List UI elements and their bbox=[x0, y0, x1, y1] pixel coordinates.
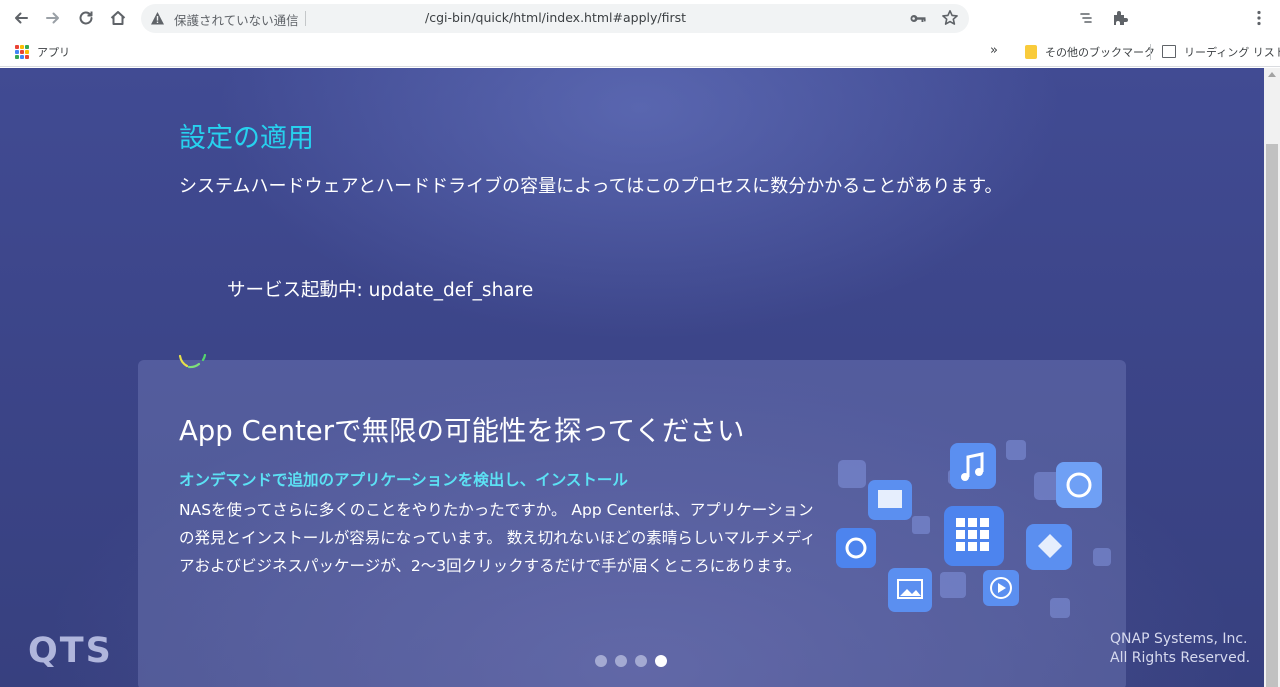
warning-icon bbox=[151, 12, 164, 25]
apps-grid-dot bbox=[15, 55, 19, 59]
security-label[interactable]: 保護されていない通信 bbox=[174, 10, 299, 29]
qts-logo: QTS bbox=[28, 631, 113, 671]
address-bar[interactable]: 保護されていない通信 /cgi-bin/quick/html/index.htm… bbox=[141, 4, 969, 33]
camera-app-icon bbox=[836, 528, 876, 568]
home-icon bbox=[110, 11, 126, 25]
other-bookmarks[interactable]: その他のブックマーク bbox=[1045, 44, 1155, 60]
app-center-icon bbox=[944, 506, 1004, 566]
key-icon[interactable] bbox=[909, 11, 927, 26]
carousel-dots bbox=[595, 655, 667, 667]
apps-grid-dot bbox=[20, 45, 24, 49]
apps-grid-dot bbox=[20, 55, 24, 59]
photo-app-icon bbox=[888, 568, 932, 612]
bookmark-star-icon[interactable] bbox=[941, 9, 959, 27]
promo-subtitle: オンデマンドで追加のアプリケーションを検出し、インストール bbox=[179, 471, 628, 489]
forward-button[interactable] bbox=[40, 5, 66, 31]
page-title: 設定の適用 bbox=[179, 123, 314, 154]
promo-card: App Centerで無限の可能性を探ってください オンデマンドで追加のアプリケ… bbox=[138, 360, 1126, 687]
music-app-icon bbox=[950, 443, 996, 489]
apps-grid-dot bbox=[15, 45, 19, 49]
promo-body: NASを使ってさらに多くのことをやりたかったですか。 App Centerは、ア… bbox=[179, 501, 816, 575]
home-button[interactable] bbox=[105, 5, 131, 31]
news-app-icon bbox=[868, 480, 912, 520]
apps-grid-dot bbox=[20, 50, 24, 54]
scroll-up-arrow-icon[interactable] bbox=[1268, 72, 1276, 77]
carousel-dot[interactable] bbox=[635, 655, 647, 667]
arrow-left-icon bbox=[15, 12, 28, 24]
copyright: QNAP Systems, Inc. All Rights Reserved. bbox=[1110, 630, 1250, 668]
arrow-right-icon bbox=[46, 12, 59, 24]
bookmark-apps[interactable]: アプリ bbox=[37, 44, 70, 60]
page-description: システムハードウェアとハードドライブの容量によってはこのプロセスに数分かかること… bbox=[179, 176, 1003, 197]
scroll-thumb[interactable] bbox=[1266, 144, 1278, 687]
folder-icon bbox=[1025, 45, 1037, 59]
page-scrollbar[interactable] bbox=[1264, 68, 1280, 687]
bookmarks-divider bbox=[1150, 44, 1151, 60]
apps-grid-dot bbox=[25, 55, 29, 59]
carousel-dot[interactable] bbox=[615, 655, 627, 667]
reading-list[interactable]: リーディング リスト bbox=[1184, 44, 1280, 60]
apps-grid-icon[interactable] bbox=[15, 45, 29, 59]
bookmarks-bar: アプリ » その他のブックマーク リーディング リスト bbox=[0, 37, 1280, 67]
menu-kebab-icon[interactable] bbox=[1250, 9, 1268, 27]
reload-button[interactable] bbox=[73, 5, 99, 31]
bookmarks-overflow-button[interactable]: » bbox=[990, 43, 998, 58]
carousel-dot[interactable] bbox=[655, 655, 667, 667]
loading-spinner-icon bbox=[178, 354, 207, 369]
service-status: サービス起動中: update_def_share bbox=[227, 280, 534, 301]
tab-search-icon[interactable] bbox=[1078, 9, 1096, 27]
reload-icon bbox=[79, 11, 93, 25]
omnibox-divider bbox=[305, 11, 306, 26]
url-text[interactable]: /cgi-bin/quick/html/index.html#apply/fir… bbox=[425, 10, 686, 25]
carousel-dot[interactable] bbox=[595, 655, 607, 667]
apps-grid-dot bbox=[25, 45, 29, 49]
reading-list-icon bbox=[1162, 45, 1176, 58]
browser-toolbar: 保護されていない通信 /cgi-bin/quick/html/index.htm… bbox=[0, 0, 1280, 37]
apps-grid-dot bbox=[15, 50, 19, 54]
video-app-icon bbox=[983, 570, 1019, 606]
promo-title: App Centerで無限の可能性を探ってください bbox=[179, 415, 745, 447]
app-center-illustration bbox=[836, 440, 1111, 618]
copyright-line-1: QNAP Systems, Inc. bbox=[1110, 631, 1248, 647]
back-button[interactable] bbox=[8, 5, 34, 31]
3d-app-icon bbox=[1026, 524, 1072, 570]
extensions-icon[interactable] bbox=[1111, 9, 1129, 27]
page-content: 設定の適用 システムハードウェアとハードドライブの容量によってはこのプロセスに数… bbox=[0, 68, 1264, 687]
cloud-app-icon bbox=[1056, 462, 1102, 508]
apps-grid-dot bbox=[25, 50, 29, 54]
copyright-line-2: All Rights Reserved. bbox=[1110, 650, 1251, 666]
